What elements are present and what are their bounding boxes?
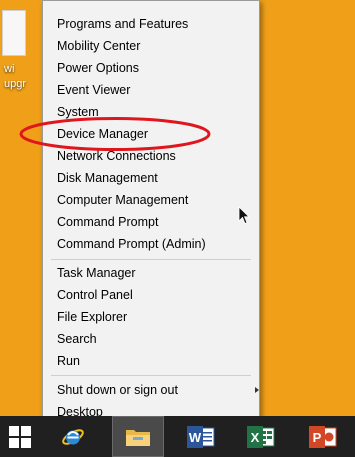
menu-item-power-options[interactable]: Power Options xyxy=(57,58,257,78)
svg-text:X: X xyxy=(251,430,260,445)
menu-item-network-connections[interactable]: Network Connections xyxy=(57,146,257,166)
svg-text:P: P xyxy=(313,430,322,445)
word-icon: W xyxy=(187,426,215,448)
taskbar-file-explorer-button[interactable] xyxy=(112,416,164,457)
menu-item-file-explorer[interactable]: File Explorer xyxy=(57,307,257,327)
powerpoint-icon: P xyxy=(309,426,337,448)
taskbar: W X P xyxy=(0,416,355,457)
menu-item-mobility-center[interactable]: Mobility Center xyxy=(57,36,257,56)
start-button[interactable] xyxy=(0,416,40,457)
taskbar-word-button[interactable]: W xyxy=(178,416,224,457)
menu-item-event-viewer[interactable]: Event Viewer xyxy=(57,80,257,100)
menu-item-search[interactable]: Search xyxy=(57,329,257,349)
internet-explorer-icon xyxy=(62,429,84,445)
taskbar-powerpoint-button[interactable]: P xyxy=(300,416,346,457)
menu-separator xyxy=(51,375,251,376)
menu-separator xyxy=(51,259,251,260)
menu-item-device-manager[interactable]: Device Manager xyxy=(57,124,257,144)
power-user-menu: Programs and Features Mobility Center Po… xyxy=(42,0,260,430)
menu-item-computer-management[interactable]: Computer Management xyxy=(57,190,257,210)
menu-item-command-prompt[interactable]: Command Prompt xyxy=(57,212,257,232)
menu-item-disk-management[interactable]: Disk Management xyxy=(57,168,257,188)
menu-item-label: Shut down or sign out xyxy=(57,383,178,397)
svg-text:W: W xyxy=(189,430,202,445)
menu-item-task-manager[interactable]: Task Manager xyxy=(57,263,257,283)
menu-item-programs-and-features[interactable]: Programs and Features xyxy=(57,14,257,34)
taskbar-excel-button[interactable]: X xyxy=(238,416,284,457)
menu-item-system[interactable]: System xyxy=(57,102,257,122)
desktop-shortcut-icon[interactable] xyxy=(2,10,26,56)
excel-icon: X xyxy=(247,426,275,448)
menu-item-control-panel[interactable]: Control Panel xyxy=(57,285,257,305)
menu-item-shut-down-or-sign-out[interactable]: Shut down or sign out xyxy=(57,380,259,400)
menu-item-command-prompt-admin[interactable]: Command Prompt (Admin) xyxy=(57,234,257,254)
menu-item-run[interactable]: Run xyxy=(57,351,257,371)
windows-logo-icon xyxy=(9,426,31,448)
file-explorer-icon xyxy=(126,430,150,446)
mouse-cursor-icon xyxy=(238,206,250,225)
desktop-shortcut-label: wi upgr xyxy=(4,63,27,90)
taskbar-internet-explorer-button[interactable] xyxy=(50,416,96,457)
submenu-arrow-icon xyxy=(255,387,259,393)
